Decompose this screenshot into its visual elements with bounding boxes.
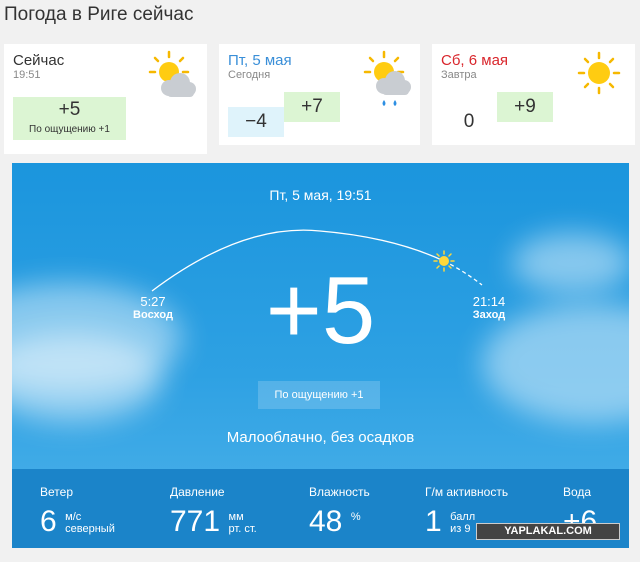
today-day: Пт, 5 мая: [228, 52, 292, 69]
now-feels: По ощущению +1: [29, 124, 110, 135]
tomorrow-min-temp: 0: [441, 107, 497, 137]
stat-humidity: Влажность 48 %: [309, 485, 370, 537]
sun-cloud-rain-icon: [362, 50, 412, 115]
tomorrow-day: Сб, 6 мая: [441, 52, 509, 69]
stat-wind-label: Ветер: [40, 485, 73, 499]
now-time: 19:51: [13, 69, 41, 81]
tomorrow-card[interactable]: Сб, 6 мая Завтра 0 +9: [432, 44, 635, 145]
now-card[interactable]: Сейчас 19:51 +5 По ощущению +1: [4, 44, 207, 154]
stat-pressure-value: 771: [170, 505, 221, 538]
today-max-temp: +7: [284, 92, 340, 122]
condition: Малооблачно, без осадков: [226, 429, 415, 446]
now-temp: +5: [58, 99, 81, 120]
stat-pressure-unit: мм рт. ст.: [228, 511, 257, 535]
watermark: YAPLAKAL.COM: [476, 523, 620, 540]
stat-geomagnetic-label: Г/м активность: [425, 485, 509, 499]
now-label: Сейчас: [13, 52, 65, 69]
stat-wind-value: 6: [40, 505, 57, 538]
stat-pressure: Давление 771 мм рт. ст.: [170, 485, 257, 537]
stat-wind-unit: м/с северный: [65, 511, 115, 535]
now-temp-box: +5 По ощущению +1: [13, 97, 126, 140]
current-weather-panel: Пт, 5 мая, 19:51 5:27 Восход 21:14 Заход…: [12, 163, 629, 548]
today-sub: Сегодня: [228, 69, 271, 81]
page-title: Погода в Риге сейчас: [4, 4, 194, 25]
tomorrow-max-temp: +9: [497, 92, 553, 122]
stat-humidity-value: 48: [309, 505, 343, 538]
sun-icon: [577, 51, 621, 100]
tomorrow-sub: Завтра: [441, 69, 477, 81]
current-temperature: +5: [265, 257, 376, 364]
stat-geomagnetic-unit: балл из 9: [450, 511, 476, 535]
today-min-temp: −4: [228, 107, 284, 137]
stat-wind: Ветер 6 м/с северный: [40, 485, 115, 537]
stat-pressure-label: Давление: [170, 485, 225, 499]
stat-geomagnetic-value: 1: [425, 505, 442, 538]
today-card[interactable]: Пт, 5 мая Сегодня −4 +7: [219, 44, 420, 145]
stat-humidity-label: Влажность: [309, 485, 370, 499]
sun-cloud-icon: [147, 50, 197, 105]
feels-like: По ощущению +1: [258, 381, 380, 409]
stat-water-label: Вода: [563, 485, 592, 499]
stat-humidity-unit: %: [350, 511, 361, 523]
